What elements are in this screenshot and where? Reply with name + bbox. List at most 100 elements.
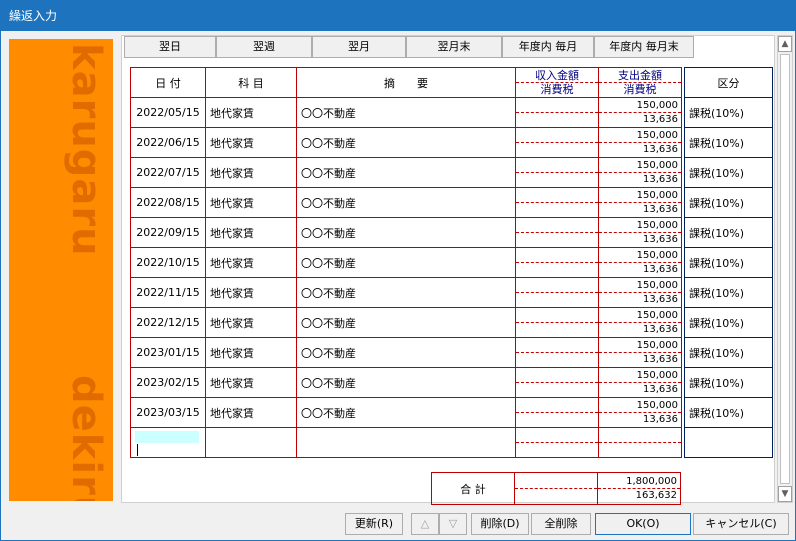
row-memo[interactable]: 〇〇不動産: [296, 307, 516, 338]
row-account[interactable]: 地代家賃: [205, 367, 297, 398]
row-date[interactable]: 2022/11/15: [130, 277, 206, 308]
row-memo[interactable]: 〇〇不動産: [296, 97, 516, 128]
kubun-row[interactable]: 課税(10%): [684, 397, 773, 428]
kubun-row[interactable]: 課税(10%): [684, 97, 773, 128]
row-expense[interactable]: 150,000 13,636: [598, 307, 682, 338]
move-down-button[interactable]: ▽: [439, 513, 467, 535]
row-expense[interactable]: 150,000 13,636: [598, 337, 682, 368]
table-row[interactable]: 2022/06/15 地代家賃 〇〇不動産 150,000 13,636: [130, 127, 682, 158]
row-kubun[interactable]: 課税(10%): [684, 187, 773, 218]
new-kubun-row[interactable]: [684, 427, 773, 458]
row-date[interactable]: 2022/12/15: [130, 307, 206, 338]
kubun-row[interactable]: 課税(10%): [684, 217, 773, 248]
row-memo[interactable]: 〇〇不動産: [296, 217, 516, 248]
row-date[interactable]: 2022/05/15: [130, 97, 206, 128]
kubun-row[interactable]: 課税(10%): [684, 187, 773, 218]
row-expense[interactable]: 150,000 13,636: [598, 127, 682, 158]
fiscal-month-end-button[interactable]: 年度内 毎月末: [594, 36, 694, 58]
new-date-input[interactable]: [130, 427, 206, 458]
row-kubun[interactable]: 課税(10%): [684, 367, 773, 398]
row-account[interactable]: 地代家賃: [205, 337, 297, 368]
kubun-row[interactable]: 課税(10%): [684, 367, 773, 398]
date-input-field[interactable]: [135, 430, 199, 443]
delete-button[interactable]: 削除(D): [471, 513, 529, 535]
row-kubun[interactable]: 課税(10%): [684, 157, 773, 188]
new-entry-row[interactable]: [130, 427, 682, 458]
fiscal-monthly-button[interactable]: 年度内 毎月: [502, 36, 594, 58]
row-account[interactable]: 地代家賃: [205, 157, 297, 188]
row-kubun[interactable]: 課税(10%): [684, 397, 773, 428]
scroll-down-arrow-icon[interactable]: ▼: [778, 486, 792, 502]
row-date[interactable]: 2023/01/15: [130, 337, 206, 368]
new-income-cell[interactable]: [515, 427, 599, 458]
row-date[interactable]: 2022/06/15: [130, 127, 206, 158]
row-kubun[interactable]: 課税(10%): [684, 217, 773, 248]
row-income[interactable]: [515, 217, 599, 248]
row-date[interactable]: 2023/03/15: [130, 397, 206, 428]
row-income[interactable]: [515, 187, 599, 218]
row-income[interactable]: [515, 307, 599, 338]
ok-button[interactable]: OK(O): [595, 513, 691, 535]
new-kubun-cell[interactable]: [684, 427, 773, 458]
row-date[interactable]: 2023/02/15: [130, 367, 206, 398]
row-expense[interactable]: 150,000 13,636: [598, 247, 682, 278]
new-account-cell[interactable]: [205, 427, 297, 458]
row-account[interactable]: 地代家賃: [205, 307, 297, 338]
cancel-button[interactable]: キャンセル(C): [693, 513, 789, 535]
row-kubun[interactable]: 課税(10%): [684, 277, 773, 308]
row-kubun[interactable]: 課税(10%): [684, 97, 773, 128]
row-account[interactable]: 地代家賃: [205, 187, 297, 218]
row-expense[interactable]: 150,000 13,636: [598, 277, 682, 308]
row-expense[interactable]: 150,000 13,636: [598, 97, 682, 128]
next-month-end-button[interactable]: 翌月末: [406, 36, 502, 58]
table-row[interactable]: 2022/12/15 地代家賃 〇〇不動産 150,000 13,636: [130, 307, 682, 338]
table-row[interactable]: 2023/02/15 地代家賃 〇〇不動産 150,000 13,636: [130, 367, 682, 398]
row-account[interactable]: 地代家賃: [205, 127, 297, 158]
row-income[interactable]: [515, 367, 599, 398]
row-account[interactable]: 地代家賃: [205, 217, 297, 248]
kubun-row[interactable]: 課税(10%): [684, 337, 773, 368]
row-income[interactable]: [515, 247, 599, 278]
table-row[interactable]: 2022/09/15 地代家賃 〇〇不動産 150,000 13,636: [130, 217, 682, 248]
scrollbar-thumb[interactable]: [780, 54, 790, 484]
kubun-row[interactable]: 課税(10%): [684, 247, 773, 278]
new-expense-cell[interactable]: [598, 427, 682, 458]
row-income[interactable]: [515, 127, 599, 158]
kubun-row[interactable]: 課税(10%): [684, 127, 773, 158]
table-row[interactable]: 2022/08/15 地代家賃 〇〇不動産 150,000 13,636: [130, 187, 682, 218]
row-account[interactable]: 地代家賃: [205, 97, 297, 128]
row-income[interactable]: [515, 157, 599, 188]
delete-all-button[interactable]: 全削除: [531, 513, 591, 535]
row-memo[interactable]: 〇〇不動産: [296, 337, 516, 368]
table-row[interactable]: 2022/07/15 地代家賃 〇〇不動産 150,000 13,636: [130, 157, 682, 188]
row-expense[interactable]: 150,000 13,636: [598, 187, 682, 218]
row-account[interactable]: 地代家賃: [205, 247, 297, 278]
row-date[interactable]: 2022/07/15: [130, 157, 206, 188]
table-row[interactable]: 2022/11/15 地代家賃 〇〇不動産 150,000 13,636: [130, 277, 682, 308]
row-memo[interactable]: 〇〇不動産: [296, 277, 516, 308]
row-memo[interactable]: 〇〇不動産: [296, 127, 516, 158]
row-kubun[interactable]: 課税(10%): [684, 127, 773, 158]
row-date[interactable]: 2022/08/15: [130, 187, 206, 218]
row-memo[interactable]: 〇〇不動産: [296, 187, 516, 218]
row-expense[interactable]: 150,000 13,636: [598, 157, 682, 188]
row-date[interactable]: 2022/10/15: [130, 247, 206, 278]
new-memo-cell[interactable]: [296, 427, 516, 458]
row-memo[interactable]: 〇〇不動産: [296, 247, 516, 278]
row-income[interactable]: [515, 277, 599, 308]
table-row[interactable]: 2023/03/15 地代家賃 〇〇不動産 150,000 13,636: [130, 397, 682, 428]
row-income[interactable]: [515, 97, 599, 128]
update-button[interactable]: 更新(R): [345, 513, 403, 535]
next-month-button[interactable]: 翌月: [312, 36, 406, 58]
table-row[interactable]: 2022/10/15 地代家賃 〇〇不動産 150,000 13,636: [130, 247, 682, 278]
row-expense[interactable]: 150,000 13,636: [598, 397, 682, 428]
next-week-button[interactable]: 翌週: [216, 36, 312, 58]
row-memo[interactable]: 〇〇不動産: [296, 367, 516, 398]
row-kubun[interactable]: 課税(10%): [684, 247, 773, 278]
row-kubun[interactable]: 課税(10%): [684, 337, 773, 368]
row-date[interactable]: 2022/09/15: [130, 217, 206, 248]
table-row[interactable]: 2022/05/15 地代家賃 〇〇不動産 150,000 13,636: [130, 97, 682, 128]
table-row[interactable]: 2023/01/15 地代家賃 〇〇不動産 150,000 13,636: [130, 337, 682, 368]
vertical-scrollbar[interactable]: ▲ ▼: [777, 35, 793, 503]
row-expense[interactable]: 150,000 13,636: [598, 367, 682, 398]
